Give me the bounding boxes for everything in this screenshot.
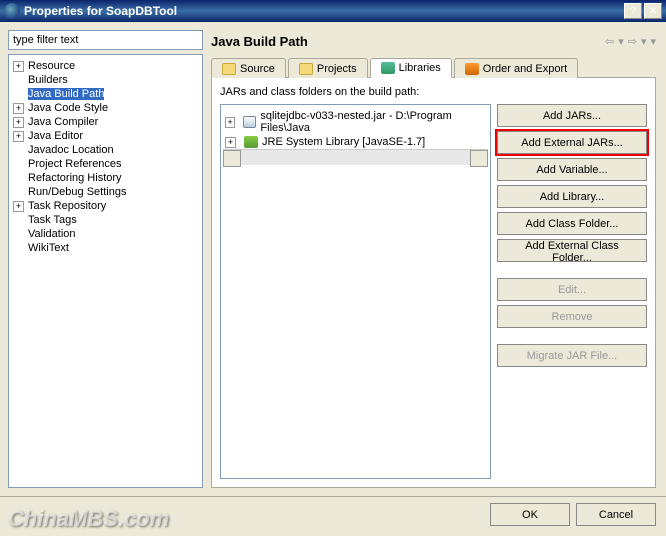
tree-item[interactable]: Run/Debug Settings [11, 185, 200, 199]
expand-icon[interactable]: + [225, 117, 235, 128]
library-item[interactable]: + sqlitejdbc-v033-nested.jar - D:\Program… [223, 109, 488, 135]
tree-label: Java Editor [28, 130, 83, 142]
tab-libraries[interactable]: Libraries [370, 58, 452, 78]
expand-icon[interactable]: + [13, 61, 24, 72]
tab-icon [222, 63, 236, 75]
tab-icon [299, 63, 313, 75]
tree-label: Javadoc Location [28, 144, 114, 156]
tab-projects[interactable]: Projects [288, 58, 368, 78]
expand-icon [13, 89, 24, 100]
tab-label: Order and Export [483, 63, 567, 75]
nav-tree[interactable]: + Resource Builders Java Build Path + Java Co… [8, 54, 203, 488]
migrate-jar-button: Migrate JAR File... [497, 344, 647, 367]
expand-icon [13, 187, 24, 198]
expand-icon[interactable]: + [13, 103, 24, 114]
tree-item[interactable]: Javadoc Location [11, 143, 200, 157]
expand-icon[interactable]: + [225, 137, 236, 148]
add-library-button[interactable]: Add Library... [497, 185, 647, 208]
tree-item[interactable]: + Java Code Style [11, 101, 200, 115]
jar-icon [243, 116, 256, 128]
expand-icon[interactable]: + [13, 201, 24, 212]
tree-item[interactable]: + Java Compiler [11, 115, 200, 129]
tree-item[interactable]: Project References [11, 157, 200, 171]
expand-icon [13, 159, 24, 170]
add-external-jars-button[interactable]: Add External JARs... [497, 131, 647, 154]
tree-item[interactable]: Refactoring History [11, 171, 200, 185]
libs-description: JARs and class folders on the build path… [220, 86, 647, 98]
tab-bar: Source Projects Libraries Order and Export [211, 57, 656, 78]
titlebar: Properties for SoapDBTool ? ✕ [0, 0, 666, 22]
tree-item[interactable]: + Task Repository [11, 199, 200, 213]
tab-order-and-export[interactable]: Order and Export [454, 58, 578, 78]
tree-label: Project References [28, 158, 122, 170]
close-button[interactable]: ✕ [644, 3, 662, 19]
button-column: Add JARs... Add External JARs... Add Var… [497, 104, 647, 479]
tree-label: Run/Debug Settings [28, 186, 126, 198]
page-title: Java Build Path [211, 34, 308, 49]
expand-icon[interactable]: + [13, 131, 24, 142]
tree-label: Task Repository [28, 200, 106, 212]
tab-icon [381, 62, 395, 74]
expand-icon [13, 75, 24, 86]
back-arrow-icon[interactable]: ⇦ [605, 35, 614, 48]
tree-item[interactable]: + Resource [11, 59, 200, 73]
add-jars-button[interactable]: Add JARs... [497, 104, 647, 127]
tree-item[interactable]: Java Build Path [11, 87, 200, 101]
right-panel: Java Build Path ⇦▾ ⇨▾ ▾ Source Projects Li… [209, 30, 658, 488]
tree-label: WikiText [28, 242, 69, 254]
filter-input[interactable] [8, 30, 203, 50]
tree-label: Validation [28, 228, 76, 240]
tree-label: Refactoring History [28, 172, 122, 184]
expand-icon[interactable]: + [13, 117, 24, 128]
nav-arrows: ⇦▾ ⇨▾ ▾ [605, 35, 656, 48]
tree-label: Java Compiler [28, 116, 98, 128]
add-external-class-folder-button[interactable]: Add External Class Folder... [497, 239, 647, 262]
tree-item[interactable]: Validation [11, 227, 200, 241]
add-variable-button[interactable]: Add Variable... [497, 158, 647, 181]
expand-icon [13, 215, 24, 226]
cancel-button[interactable]: Cancel [576, 503, 656, 526]
add-class-folder-button[interactable]: Add Class Folder... [497, 212, 647, 235]
expand-icon [13, 229, 24, 240]
window-title: Properties for SoapDBTool [24, 4, 624, 18]
expand-icon [13, 145, 24, 156]
tab-source[interactable]: Source [211, 58, 286, 78]
tree-label: Builders [28, 74, 68, 86]
tab-body: JARs and class folders on the build path… [211, 78, 656, 488]
tree-item[interactable]: + Java Editor [11, 129, 200, 143]
library-label: sqlitejdbc-v033-nested.jar - D:\Program … [260, 110, 486, 134]
left-panel: + Resource Builders Java Build Path + Java Co… [8, 30, 203, 488]
expand-icon [13, 173, 24, 184]
tree-label: Java Code Style [28, 102, 108, 114]
tree-label: Task Tags [28, 214, 77, 226]
help-button[interactable]: ? [624, 3, 642, 19]
expand-icon [13, 243, 24, 254]
ok-button[interactable]: OK [490, 503, 570, 526]
horizontal-scrollbar[interactable] [223, 149, 488, 165]
tab-label: Projects [317, 63, 357, 75]
tab-label: Libraries [399, 62, 441, 74]
tree-item[interactable]: Task Tags [11, 213, 200, 227]
app-icon [4, 3, 20, 19]
remove-button: Remove [497, 305, 647, 328]
tree-label: Java Build Path [28, 88, 104, 100]
edit-button: Edit... [497, 278, 647, 301]
tree-label: Resource [28, 60, 75, 72]
forward-arrow-icon[interactable]: ⇨ [628, 35, 637, 48]
libraries-tree[interactable]: + sqlitejdbc-v033-nested.jar - D:\Program… [220, 104, 491, 479]
window-controls: ? ✕ [624, 3, 662, 19]
tab-label: Source [240, 63, 275, 75]
bottom-bar: OK Cancel [0, 496, 666, 532]
tab-icon [465, 63, 479, 75]
tree-item[interactable]: WikiText [11, 241, 200, 255]
library-item[interactable]: + JRE System Library [JavaSE-1.7] [223, 135, 488, 149]
tree-item[interactable]: Builders [11, 73, 200, 87]
library-label: JRE System Library [JavaSE-1.7] [262, 136, 425, 148]
jre-icon [244, 136, 258, 148]
